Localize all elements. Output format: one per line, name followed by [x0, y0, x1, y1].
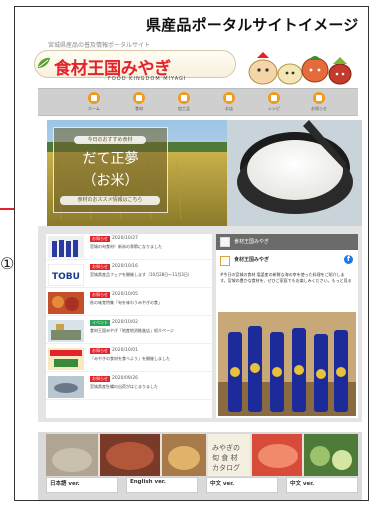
nav-item-home[interactable]: ホーム — [82, 92, 106, 114]
page-caption: 県産品ポータルサイトイメージ — [146, 16, 359, 34]
language-chinese-traditional-button[interactable]: 中文 ver. — [286, 477, 358, 493]
news-date: 2020/09/26 — [112, 376, 138, 381]
language-english-button[interactable]: English ver. — [126, 477, 198, 493]
nav-label: 加工品 — [178, 106, 190, 111]
language-title: 日本語 ver. — [50, 481, 80, 487]
nav-label: お知らせ — [311, 106, 327, 111]
hero-title: だて正夢 — [82, 151, 139, 167]
post-avatar[interactable] — [220, 256, 230, 266]
news-item[interactable]: お知らせ 2020/10/05 秋の味覚特集「旬を味わうみやぎの食」 — [46, 290, 212, 316]
language-japanese-button[interactable]: 日本語 ver. — [46, 477, 118, 493]
facebook-widget: 食材王国みやぎ 食材王国みやぎ f #今日の宮城の食材 塩釜産の新鮮な海の幸を使… — [216, 234, 358, 418]
news-thumb-market — [48, 320, 84, 342]
language-title: English ver. — [130, 479, 166, 485]
hero-subtitle: （お米） — [82, 173, 139, 189]
page-avatar — [220, 237, 230, 247]
news-item[interactable]: TOBU お知らせ 2020/10/16 宮城県産品フェアを開催します（10月2… — [46, 262, 212, 288]
recipe-icon — [268, 92, 280, 104]
facebook-icon[interactable]: f — [344, 255, 353, 264]
svg-text:みやぎの: みやぎの — [212, 443, 240, 452]
processed-icon — [178, 92, 190, 104]
news-badge: お知らせ — [90, 264, 110, 270]
news-date: 2020/10/16 — [112, 264, 138, 269]
news-thumb-poster — [48, 348, 84, 370]
svg-text:カタログ: カタログ — [212, 463, 240, 472]
home-icon — [88, 92, 100, 104]
svg-text:TOBU: TOBU — [52, 272, 80, 282]
news-thumb-bottles — [48, 236, 84, 258]
food-photo-strip: みやぎの 旬 食 材 カタログ — [46, 434, 358, 476]
main-nav: ホーム 食材 加工品 お店 レシピ お知らせ — [38, 88, 358, 116]
hero-tag: 今日のおすすめ食材 — [74, 136, 146, 144]
facebook-page-name: 食材王国みやぎ — [234, 239, 270, 245]
hero-link-button[interactable]: 食材のおススメ情報はこちら — [60, 196, 160, 205]
news-title: 「みやぎの食材を食べよう」を開催しました — [90, 356, 170, 361]
language-chinese-simplified-button[interactable]: 中文 ver. — [206, 477, 278, 493]
post-text: #今日の宮城の食材 塩釜産の新鮮な海の幸を使った料理をご紹介します。宮城の豊かな… — [220, 272, 352, 283]
news-item[interactable]: お知らせ 2020/09/26 宮城県産牡蠣の出荷がはじまりました — [46, 374, 212, 400]
news-badge: お知らせ — [90, 376, 110, 382]
leaf-icon — [38, 57, 50, 68]
post-author[interactable]: 食材王国みやぎ — [234, 256, 269, 263]
site-header: 宮城県産品の普及情報ポータルサイト 食材王国みやぎ FOOD KINGDOM M… — [20, 40, 356, 90]
news-badge: イベント — [90, 320, 110, 326]
hero-card: 今日のおすすめ食材 だて正夢 （お米） 食材のおススメ情報はこちら — [53, 127, 168, 213]
news-item[interactable]: お知らせ 2020/10/27 宮城の旬食材！新米の季節になりました — [46, 234, 212, 260]
nav-item-food[interactable]: 食材 — [127, 92, 151, 114]
language-title: 中文 ver. — [210, 481, 235, 487]
news-item[interactable]: イベント 2020/10/02 食材王国みやぎ「地産地消推進店」紹介ページ — [46, 318, 212, 344]
language-links: 日本語 ver. English ver. 中文 ver. 中文 ver. — [46, 477, 358, 493]
news-date: 2020/10/02 — [112, 320, 138, 325]
news-title: 食材王国みやぎ「地産地消推進店」紹介ページ — [90, 328, 174, 333]
news-thumb-tobu: TOBU — [48, 264, 84, 286]
language-section: みやぎの 旬 食 材 カタログ 日本語 ver. English ver. 中文… — [38, 432, 362, 500]
mascot-illustration — [248, 52, 352, 85]
post-photo-bottles[interactable] — [218, 312, 356, 416]
news-badge: お知らせ — [90, 348, 110, 354]
logo-en-text: FOOD KINGDOM MIYAGI — [108, 76, 187, 82]
news-item[interactable]: お知らせ 2020/10/01 「みやぎの食材を食べよう」を開催しました — [46, 346, 212, 372]
nav-item-processed[interactable]: 加工品 — [172, 92, 196, 114]
facebook-header[interactable]: 食材王国みやぎ — [216, 234, 358, 250]
news-title: 宮城県産品フェアを開催します（10月28日〜11月3日） — [90, 272, 192, 277]
news-list: お知らせ 2020/10/27 宮城の旬食材！新米の季節になりました TOBU … — [46, 234, 212, 418]
nav-item-recipe[interactable]: レシピ — [262, 92, 286, 114]
nav-label: レシピ — [268, 106, 280, 111]
food-icon — [133, 92, 145, 104]
info-icon — [313, 92, 325, 104]
nav-item-shop[interactable]: お店 — [217, 92, 241, 114]
news-badge: お知らせ — [90, 292, 110, 298]
news-thumb-autumn — [48, 292, 84, 314]
news-title: 宮城県産牡蠣の出荷がはじまりました — [90, 384, 158, 389]
language-title: 中文 ver. — [290, 481, 315, 487]
nav-item-info[interactable]: お知らせ — [307, 92, 331, 114]
news-date: 2020/10/05 — [112, 292, 138, 297]
news-title: 秋の味覚特集「旬を味わうみやぎの食」 — [90, 300, 162, 305]
news-title: 宮城の旬食材！新米の季節になりました — [90, 244, 162, 249]
nav-label: ホーム — [88, 106, 100, 111]
nav-label: 食材 — [135, 106, 143, 111]
news-date: 2020/10/01 — [112, 348, 138, 353]
content-section: お知らせ 2020/10/27 宮城の旬食材！新米の季節になりました TOBU … — [38, 226, 362, 422]
nav-label: お店 — [225, 106, 233, 111]
svg-text:旬 食 材: 旬 食 材 — [212, 453, 237, 462]
news-date: 2020/10/27 — [112, 236, 138, 241]
shop-icon — [223, 92, 235, 104]
site-subtitle: 宮城県産品の普及情報ポータルサイト — [48, 42, 151, 49]
news-badge: お知らせ — [90, 236, 110, 242]
hero-banner[interactable]: 今日のおすすめ食材 だて正夢 （お米） 食材のおススメ情報はこちら — [47, 120, 362, 226]
news-thumb-fish — [48, 376, 84, 398]
